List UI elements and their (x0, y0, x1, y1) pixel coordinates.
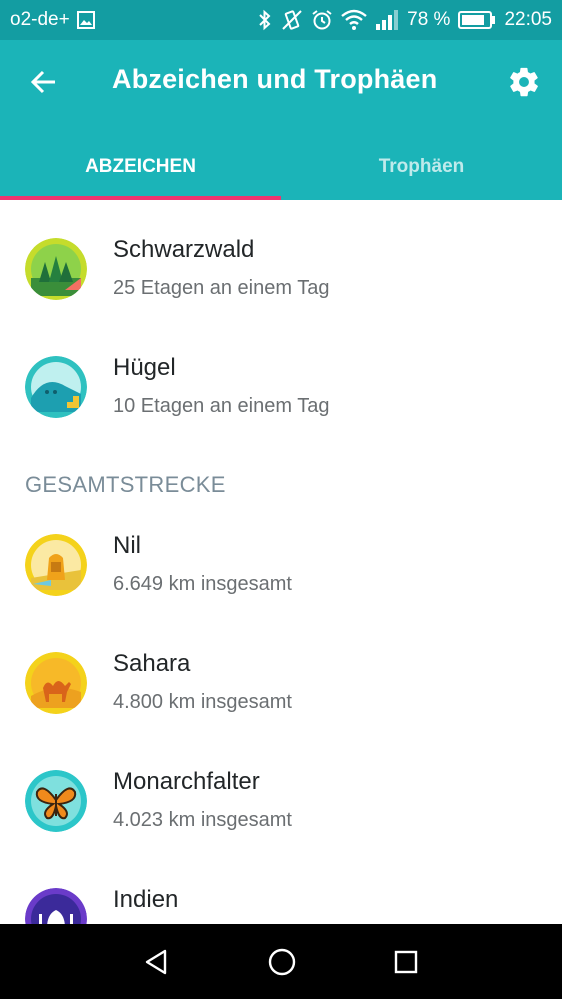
camel-badge-icon (25, 652, 87, 714)
badge-subtitle: 4.023 km insgesamt (113, 809, 292, 831)
badge-subtitle: 25 Etagen an einem Tag (113, 277, 330, 299)
list-item[interactable]: Sahara 4.800 km insgesamt (0, 614, 562, 732)
nav-recents-button[interactable] (386, 942, 426, 982)
section-header: GESAMTSTRECKE (25, 472, 226, 497)
wifi-icon (341, 9, 367, 31)
carrier-label: o2-de+ (10, 9, 70, 30)
system-nav-bar (0, 924, 562, 999)
list-item[interactable]: Nil 6.649 km insgesamt (0, 496, 562, 614)
home-circle-icon (268, 948, 296, 976)
image-icon (76, 10, 96, 30)
status-bar: o2-de+ 78 % 22:05 (0, 0, 562, 40)
badge-title: Schwarzwald (113, 236, 255, 263)
back-triangle-icon (145, 949, 167, 975)
tab-label: ABZEICHEN (85, 156, 196, 177)
list-item[interactable]: Monarchfalter 4.023 km insgesamt (0, 732, 562, 850)
tab-label: Trophäen (378, 156, 465, 177)
alarm-icon (311, 9, 333, 31)
forest-badge-icon (25, 238, 87, 300)
hill-badge-icon (25, 356, 87, 418)
tab-abzeichen[interactable]: ABZEICHEN (0, 134, 281, 200)
list-item[interactable]: Hügel 10 Etagen an einem Tag (0, 318, 562, 436)
badge-title: Nil (113, 532, 141, 559)
app-bar: Abzeichen und Trophäen ABZEICHEN Trophäe… (0, 40, 562, 200)
butterfly-badge-icon (25, 770, 87, 832)
list-item[interactable]: Schwarzwald 25 Etagen an einem Tag (0, 200, 562, 318)
list-item[interactable]: Indien (0, 850, 562, 924)
back-button[interactable] (24, 62, 64, 102)
sphinx-badge-icon (25, 534, 87, 596)
nav-back-button[interactable] (136, 942, 176, 982)
taj-mahal-badge-icon (25, 888, 87, 924)
tab-trophaeen[interactable]: Trophäen (281, 134, 562, 200)
gear-icon (510, 67, 538, 97)
nav-home-button[interactable] (262, 942, 302, 982)
badge-subtitle: 4.800 km insgesamt (113, 691, 292, 713)
badge-subtitle: 6.649 km insgesamt (113, 573, 292, 595)
settings-button[interactable] (504, 62, 544, 102)
recents-square-icon (394, 950, 418, 974)
battery-icon (458, 10, 496, 30)
badge-title: Sahara (113, 650, 191, 677)
badge-list[interactable]: Schwarzwald 25 Etagen an einem Tag Hügel… (0, 200, 562, 924)
arrow-left-icon (30, 70, 55, 94)
badge-title: Hügel (113, 354, 176, 381)
bluetooth-icon (257, 9, 273, 31)
badge-title: Indien (113, 886, 179, 913)
clock-time: 22:05 (504, 9, 552, 30)
battery-percent: 78 % (407, 9, 451, 30)
badge-title: Monarchfalter (113, 768, 260, 795)
vibrate-icon (281, 9, 303, 31)
page-title: Abzeichen und Trophäen (112, 64, 438, 94)
badge-subtitle: 10 Etagen an einem Tag (113, 395, 330, 417)
signal-icon (375, 9, 399, 31)
tab-bar: ABZEICHEN Trophäen (0, 134, 562, 200)
